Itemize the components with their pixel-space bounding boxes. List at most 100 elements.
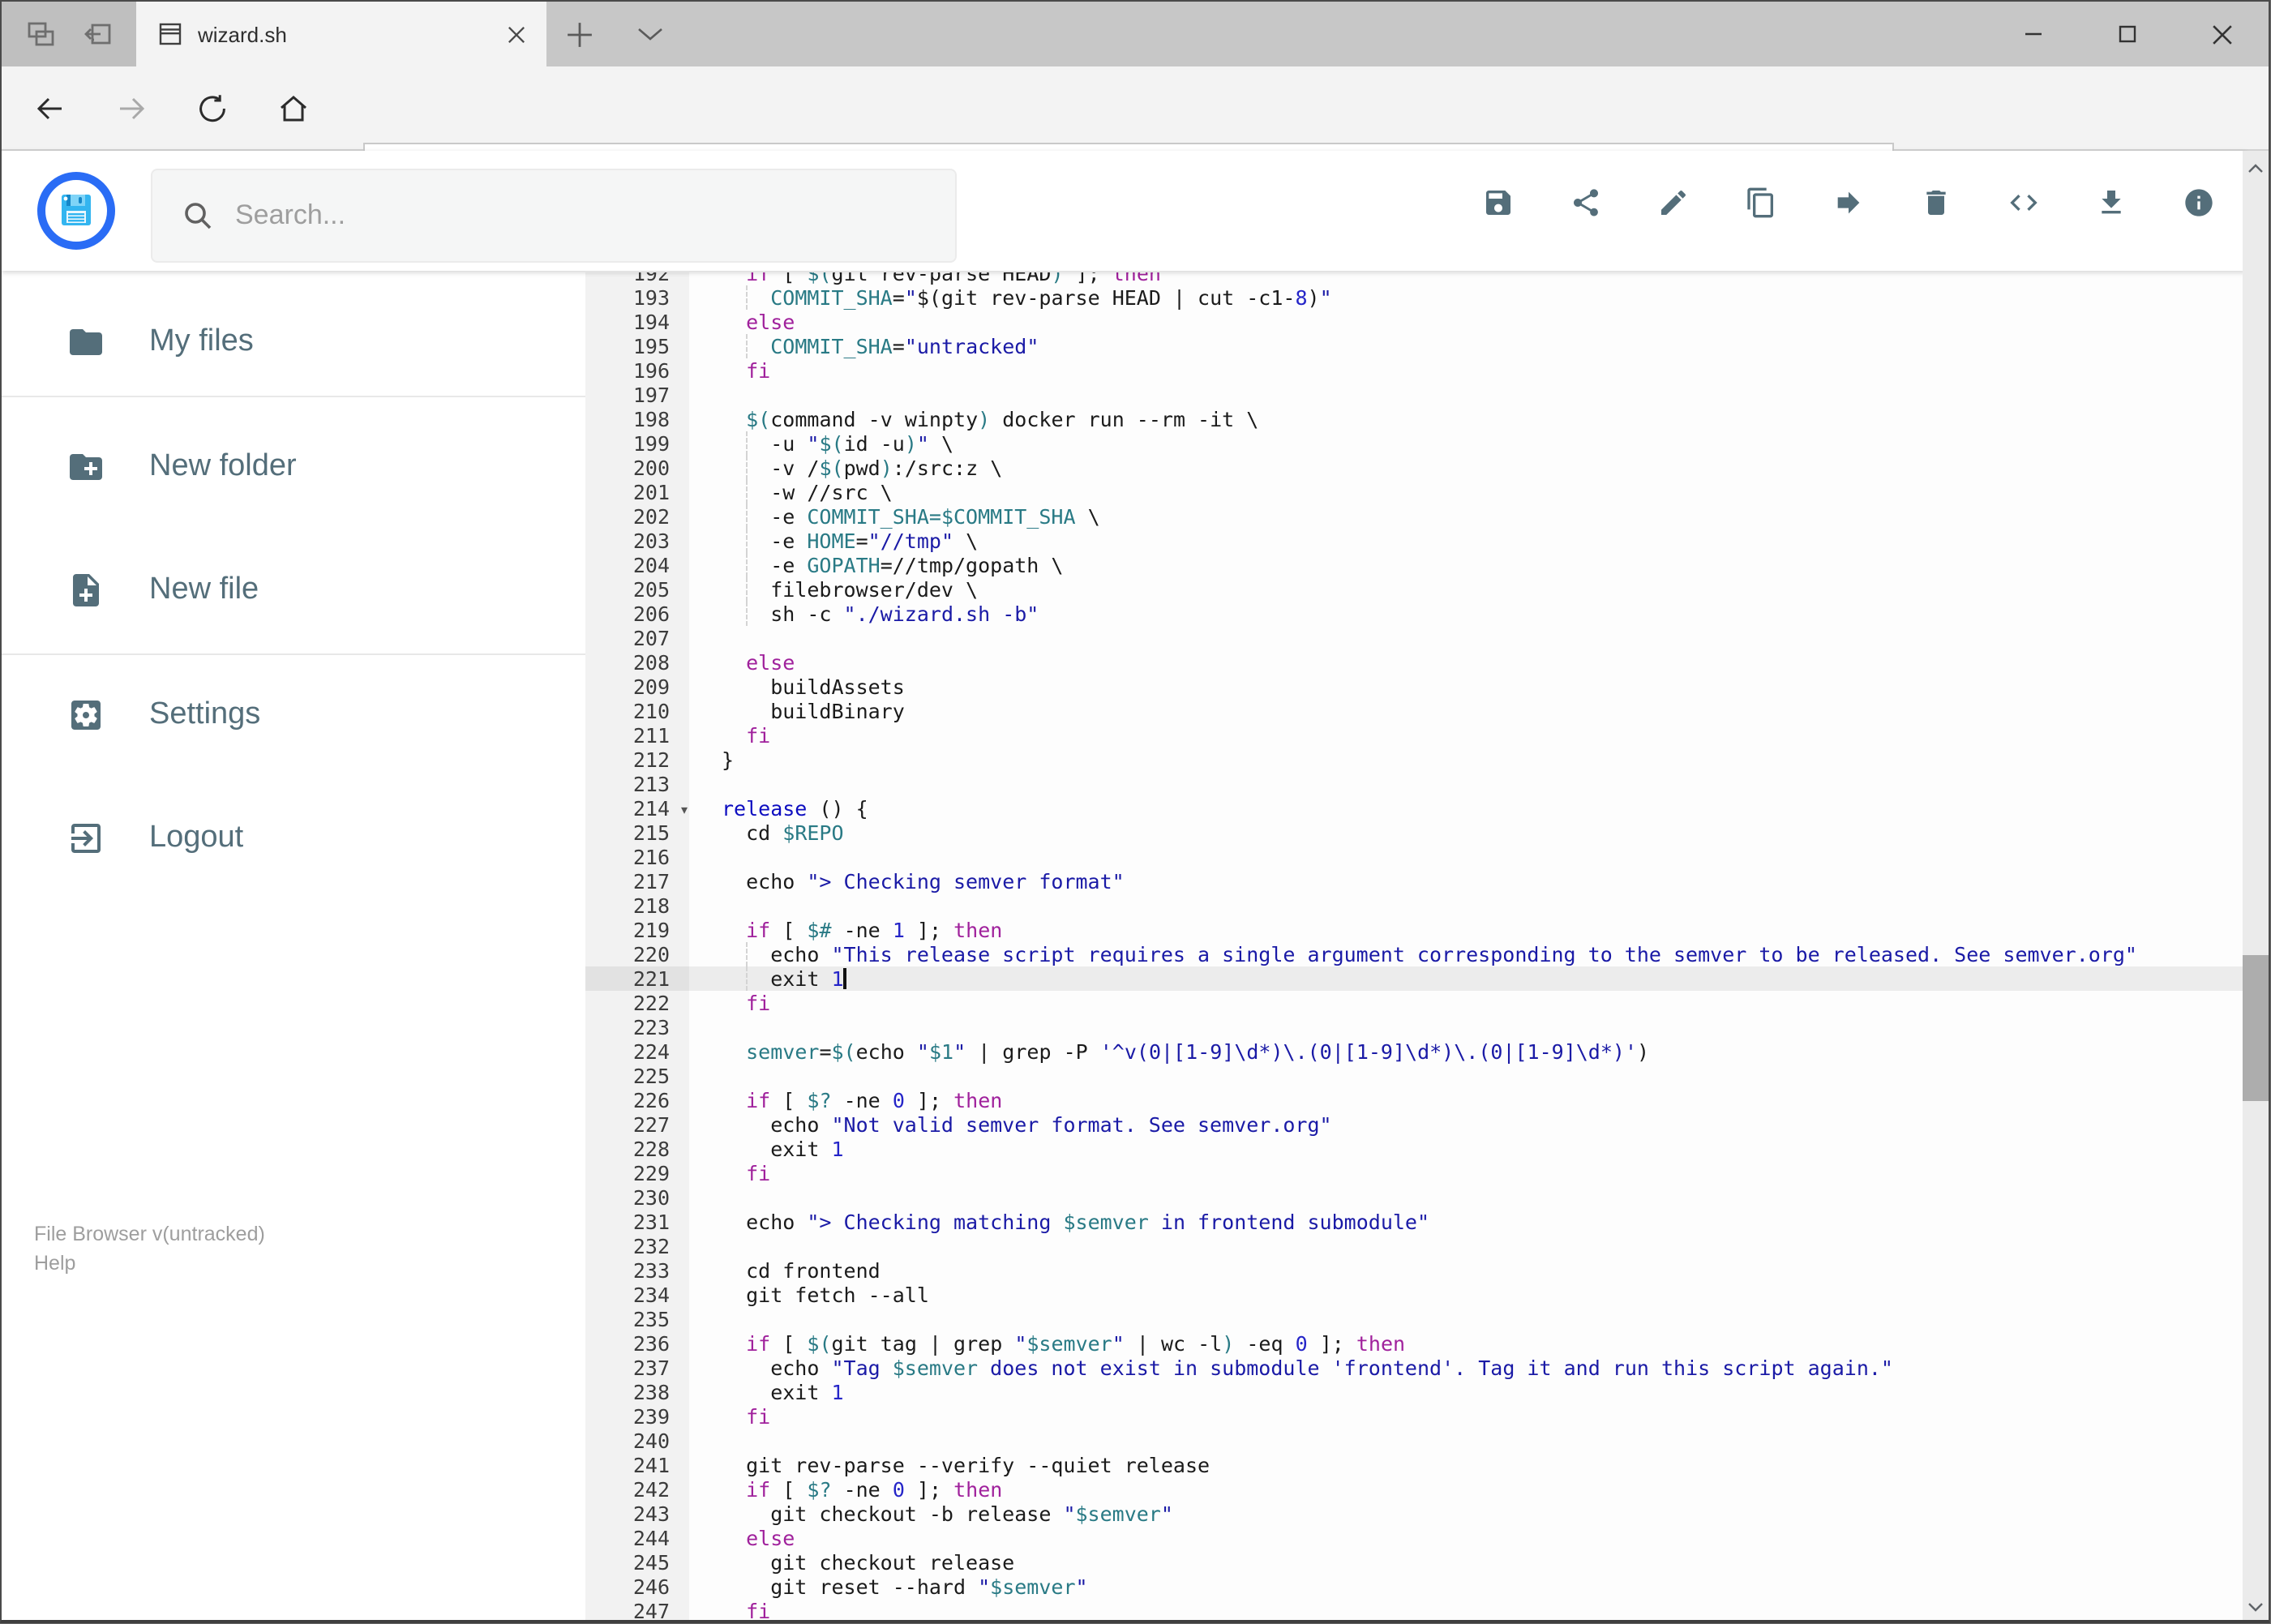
- code-line[interactable]: 223: [585, 1015, 2246, 1039]
- new-tab-button[interactable]: [550, 2, 608, 66]
- code-line[interactable]: 240: [585, 1429, 2246, 1453]
- scrollbar-thumb[interactable]: [2243, 955, 2269, 1101]
- tab-preview-chevron-icon[interactable]: [621, 2, 679, 66]
- code-line[interactable]: 207: [585, 626, 2246, 650]
- filebrowser-logo[interactable]: [37, 172, 115, 250]
- code-line[interactable]: 230: [585, 1185, 2246, 1210]
- code-line[interactable]: 196 fi: [585, 358, 2246, 383]
- code-line[interactable]: 205 filebrowser/dev \: [585, 577, 2246, 602]
- sidebar-item-my-files[interactable]: My files: [2, 303, 585, 381]
- code-line[interactable]: 238 exit 1: [585, 1380, 2246, 1404]
- code-line[interactable]: 242 if [ $? -ne 0 ]; then: [585, 1477, 2246, 1502]
- copy-button[interactable]: [1745, 186, 1777, 219]
- code-line[interactable]: 220 echo "This release script requires a…: [585, 942, 2246, 966]
- code-line[interactable]: 243 git checkout -b release "$semver": [585, 1502, 2246, 1526]
- code-line[interactable]: 245 git checkout release: [585, 1550, 2246, 1575]
- scroll-down-icon[interactable]: [2243, 1592, 2269, 1620]
- code-line[interactable]: 228 exit 1: [585, 1137, 2246, 1161]
- code-line[interactable]: 209 buildAssets: [585, 675, 2246, 699]
- code-line[interactable]: 232: [585, 1234, 2246, 1258]
- download-button[interactable]: [2095, 186, 2127, 219]
- code-line[interactable]: 192 if [ $(git rev-parse HEAD) ]; then: [585, 272, 2246, 285]
- gutter-line-number: 235: [585, 1307, 689, 1331]
- code-line[interactable]: 235: [585, 1307, 2246, 1331]
- tab-close-icon[interactable]: [503, 20, 530, 48]
- info-button[interactable]: [2183, 186, 2215, 219]
- code-line[interactable]: 227 echo "Not valid semver format. See s…: [585, 1112, 2246, 1137]
- code-line[interactable]: 212}: [585, 748, 2246, 772]
- gutter-line-number: 203: [585, 529, 689, 553]
- code-line[interactable]: 211 fi: [585, 723, 2246, 748]
- set-tabs-aside-icon[interactable]: [80, 18, 113, 50]
- forward-icon[interactable]: [115, 92, 148, 125]
- tab-preview-icon[interactable]: [25, 18, 58, 50]
- code-line[interactable]: 214 ▾ release () {: [585, 796, 2246, 821]
- back-icon[interactable]: [34, 92, 66, 125]
- delete-button[interactable]: [1920, 186, 1952, 219]
- code-editor[interactable]: 192 if [ $(git rev-parse HEAD) ]; then 19…: [585, 272, 2246, 1620]
- code-line[interactable]: 236 if [ $(git tag | grep "$semver" | wc…: [585, 1331, 2246, 1356]
- search-input[interactable]: [235, 199, 955, 232]
- code-line[interactable]: 234 git fetch --all: [585, 1283, 2246, 1307]
- code-line[interactable]: 222 fi: [585, 991, 2246, 1015]
- fold-marker-icon[interactable]: ▾: [681, 798, 688, 822]
- code-line[interactable]: 206 sh -c "./wizard.sh -b": [585, 602, 2246, 626]
- code-line[interactable]: 218: [585, 893, 2246, 918]
- sidebar-item-new-file[interactable]: New file: [2, 551, 585, 629]
- code-view-button[interactable]: [2007, 186, 2040, 219]
- refresh-icon[interactable]: [196, 92, 229, 125]
- gutter-line-number: 197: [585, 383, 689, 407]
- close-button[interactable]: [2175, 2, 2269, 66]
- sidebar-item-logout[interactable]: Logout: [2, 799, 585, 877]
- code-line[interactable]: 237 echo "Tag $semver does not exist in …: [585, 1356, 2246, 1380]
- code-line[interactable]: 239 fi: [585, 1404, 2246, 1429]
- sidebar-item-settings[interactable]: Settings: [2, 676, 585, 754]
- code-line[interactable]: 194 else: [585, 310, 2246, 334]
- code-line[interactable]: 224 semver=$(echo "$1" | grep -P '^v(0|[…: [585, 1039, 2246, 1064]
- code-line[interactable]: 225: [585, 1064, 2246, 1088]
- code-line[interactable]: 193 COMMIT_SHA="$(git rev-parse HEAD | c…: [585, 285, 2246, 310]
- code-line[interactable]: 247 fi: [585, 1599, 2246, 1620]
- code-line[interactable]: 226 if [ $? -ne 0 ]; then: [585, 1088, 2246, 1112]
- share-file-button[interactable]: [1570, 186, 1602, 219]
- code-line[interactable]: 201 -w //src \: [585, 480, 2246, 504]
- code-line[interactable]: 199 -u "$(id -u)" \: [585, 431, 2246, 456]
- code-line[interactable]: 215 cd $REPO: [585, 821, 2246, 845]
- text-cursor: [843, 968, 846, 989]
- code-line[interactable]: 219 if [ $# -ne 1 ]; then: [585, 918, 2246, 942]
- code-line[interactable]: 200 -v /$(pwd):/src:z \: [585, 456, 2246, 480]
- rename-button[interactable]: [1657, 186, 1690, 219]
- code-line[interactable]: 197: [585, 383, 2246, 407]
- code-line[interactable]: 244 else: [585, 1526, 2246, 1550]
- scroll-up-icon[interactable]: [2243, 154, 2269, 183]
- code-line[interactable]: 241 git rev-parse --verify --quiet relea…: [585, 1453, 2246, 1477]
- code-line[interactable]: 204 -e GOPATH=//tmp/gopath \: [585, 553, 2246, 577]
- code-line[interactable]: 202 -e COMMIT_SHA=$COMMIT_SHA \: [585, 504, 2246, 529]
- code-line[interactable]: 198 $(command -v winpty) docker run --rm…: [585, 407, 2246, 431]
- code-line[interactable]: 246 git reset --hard "$semver": [585, 1575, 2246, 1599]
- code-line[interactable]: 216: [585, 845, 2246, 869]
- gutter-line-number: 218: [585, 893, 689, 918]
- code-line[interactable]: 213: [585, 772, 2246, 796]
- code-line[interactable]: 210 buildBinary: [585, 699, 2246, 723]
- gutter-line-number: 196: [585, 358, 689, 383]
- code-line[interactable]: 221 exit 1: [585, 966, 2246, 991]
- minimize-button[interactable]: [1986, 2, 2080, 66]
- move-button[interactable]: [1832, 186, 1865, 219]
- page-scrollbar[interactable]: [2243, 151, 2269, 1620]
- maximize-button[interactable]: [2080, 2, 2175, 66]
- code-line[interactable]: 195 COMMIT_SHA="untracked": [585, 334, 2246, 358]
- browser-tab[interactable]: wizard.sh: [136, 2, 546, 66]
- code-line[interactable]: 231 echo "> Checking matching $semver in…: [585, 1210, 2246, 1234]
- sidebar-item-new-folder[interactable]: New folder: [2, 428, 585, 506]
- search-bar[interactable]: [151, 169, 957, 263]
- gutter-line-number: 212: [585, 748, 689, 772]
- home-icon[interactable]: [277, 92, 310, 125]
- save-button[interactable]: [1482, 186, 1515, 219]
- help-link[interactable]: Help: [34, 1249, 265, 1278]
- code-line[interactable]: 229 fi: [585, 1161, 2246, 1185]
- code-line[interactable]: 208 else: [585, 650, 2246, 675]
- code-line[interactable]: 203 -e HOME="//tmp" \: [585, 529, 2246, 553]
- code-line[interactable]: 233 cd frontend: [585, 1258, 2246, 1283]
- code-line[interactable]: 217 echo "> Checking semver format": [585, 869, 2246, 893]
